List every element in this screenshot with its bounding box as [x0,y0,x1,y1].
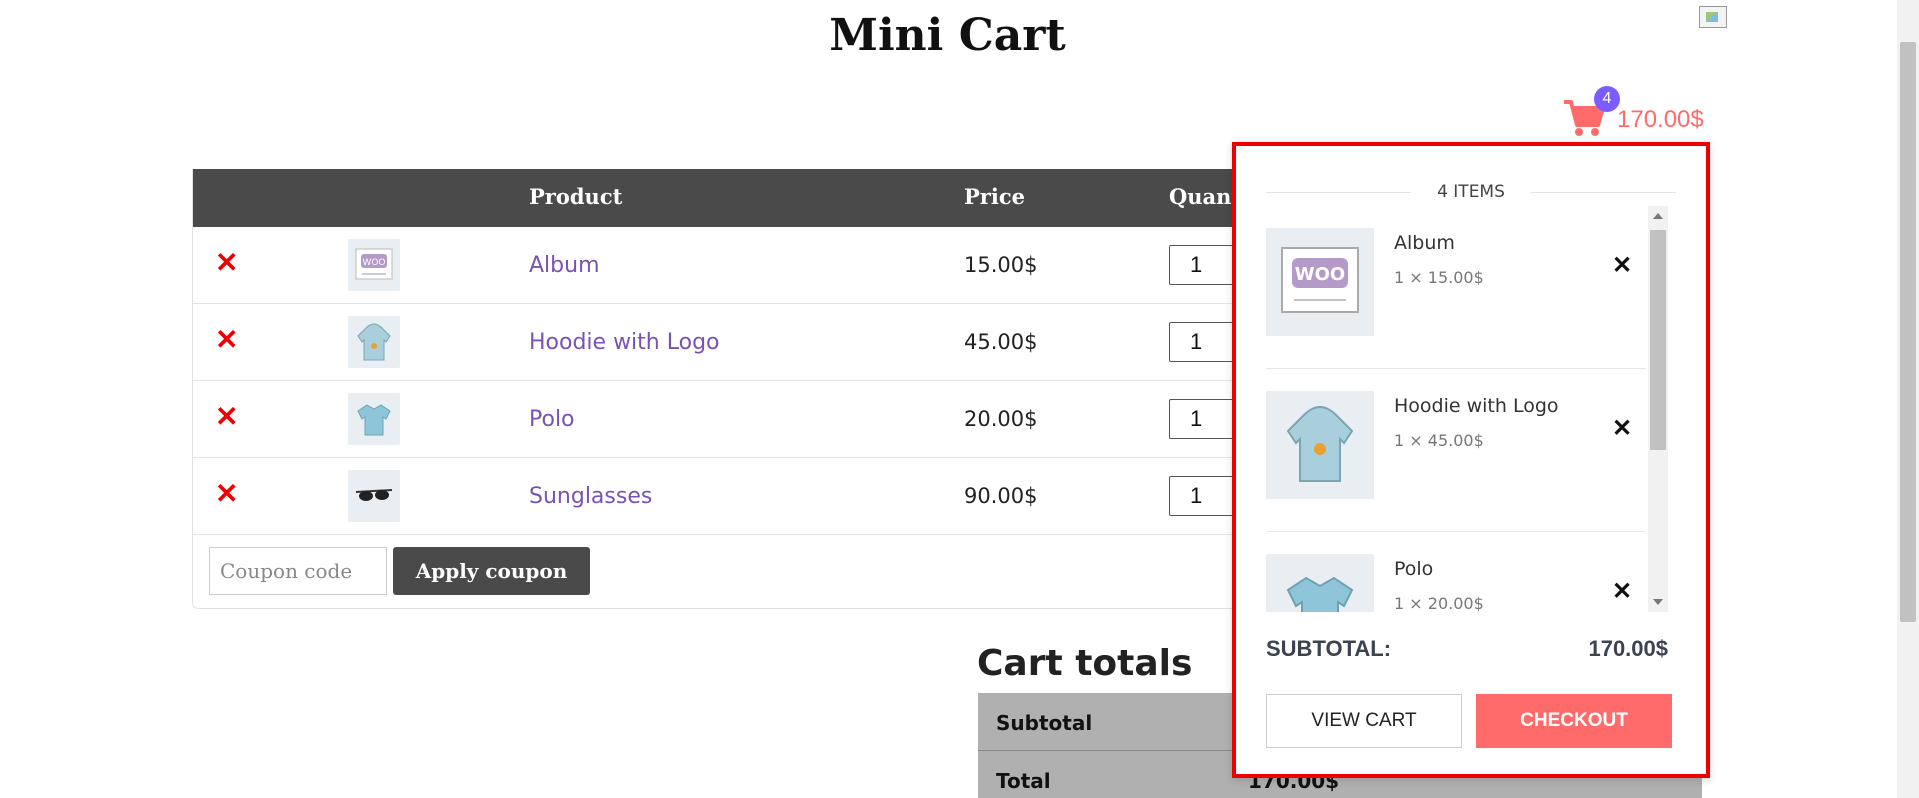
mini-cart-scrollbar[interactable] [1648,206,1668,612]
mini-cart-item-list: WOO Album 1 × 15.00$ ✕ Hoodie with Logo … [1266,206,1678,612]
polo-thumbnail[interactable] [348,393,400,445]
remove-item-icon[interactable]: ✕ [215,249,238,277]
product-price: 20.00$ [964,407,1038,431]
polo-thumbnail[interactable] [1266,554,1374,612]
header-cart-button[interactable]: 4 170.00$ [1560,86,1705,142]
mini-subtotal-value: 170.00$ [1588,636,1668,661]
list-item: Hoodie with Logo 1 × 45.00$ ✕ [1266,369,1646,532]
product-price: 90.00$ [964,484,1038,508]
mini-item-name[interactable]: Polo [1394,558,1433,580]
svg-text:WOO: WOO [362,258,385,268]
view-cart-button[interactable]: VIEW CART [1266,694,1462,748]
sunglasses-thumbnail[interactable] [348,470,400,522]
product-link[interactable]: Album [529,253,600,278]
remove-item-icon[interactable]: ✕ [215,480,238,508]
scroll-down-arrow-icon[interactable] [1653,599,1663,605]
subtotal-label: Subtotal [996,711,1093,735]
coupon-code-input[interactable]: Coupon code [209,547,387,595]
album-thumbnail[interactable]: WOO [348,239,400,291]
cart-total-amount: 170.00$ [1617,106,1704,133]
product-price: 15.00$ [964,253,1038,277]
remove-item-icon[interactable]: ✕ [215,326,238,354]
product-link[interactable]: Sunglasses [529,484,652,509]
product-link[interactable]: Hoodie with Logo [529,330,720,355]
mini-remove-icon[interactable]: ✕ [1612,414,1632,443]
hoodie-thumbnail[interactable] [1266,391,1374,499]
mini-item-qty-price: 1 × 45.00$ [1394,431,1484,450]
product-column-header: Product [529,184,623,209]
mini-item-qty-price: 1 × 15.00$ [1394,268,1484,287]
mini-remove-icon[interactable]: ✕ [1612,577,1632,606]
checkout-button[interactable]: CHECKOUT [1476,694,1672,748]
page-title: Mini Cart [829,10,1066,61]
price-column-header: Price [964,184,1025,209]
mini-cart-items-count: 4 ITEMS [1266,182,1676,202]
broken-image-icon [1699,6,1727,28]
total-label: Total [996,769,1051,793]
mini-item-qty-price: 1 × 20.00$ [1394,594,1484,612]
hoodie-thumbnail[interactable] [348,316,400,368]
list-item: Polo 1 × 20.00$ ✕ [1266,532,1646,612]
quantity-column-header: Quant [1169,184,1242,209]
scrollbar-thumb[interactable] [1650,230,1666,450]
mini-item-name[interactable]: Album [1394,232,1455,254]
mini-cart-dropdown: 4 ITEMS WOO Album 1 × 15.00$ ✕ Hoodie wi… [1232,142,1710,778]
product-link[interactable]: Polo [529,407,575,432]
mini-subtotal-label: SUBTOTAL: [1266,636,1392,661]
cart-totals-title: Cart totals [977,643,1193,684]
svg-text:WOO: WOO [1295,264,1345,285]
page-scrollbar[interactable] [1897,0,1919,798]
scroll-up-arrow-icon[interactable] [1653,213,1663,219]
mini-remove-icon[interactable]: ✕ [1612,251,1632,280]
remove-item-icon[interactable]: ✕ [215,403,238,431]
mini-item-name[interactable]: Hoodie with Logo [1394,395,1559,417]
page-scrollbar-thumb[interactable] [1900,42,1916,622]
album-thumbnail[interactable]: WOO [1266,228,1374,336]
apply-coupon-button[interactable]: Apply coupon [393,547,590,595]
list-item: WOO Album 1 × 15.00$ ✕ [1266,206,1646,369]
product-price: 45.00$ [964,330,1038,354]
